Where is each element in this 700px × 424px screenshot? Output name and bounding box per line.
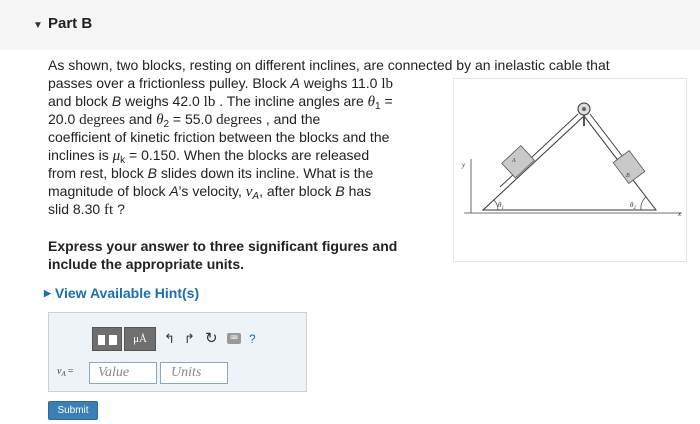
undo-icon[interactable]: ↰ <box>164 327 175 351</box>
y-axis-label: y <box>461 161 466 169</box>
incline-figure: y x A B θ1 θ2 <box>453 78 687 262</box>
redo-icon[interactable]: ↱ <box>184 327 195 351</box>
template-box-icon <box>98 335 105 345</box>
hint-caret-icon: ▶ <box>44 288 51 298</box>
x-axis-label: x <box>677 210 682 218</box>
symbols-button[interactable]: μÅ <box>124 327 156 351</box>
help-icon[interactable]: ? <box>249 327 256 351</box>
reset-icon[interactable]: ↻ <box>205 327 218 351</box>
pulley-axle-icon <box>582 107 586 111</box>
block-a-label: A <box>511 158 516 164</box>
answer-panel: μÅ ↰ ↱ ↻ ⌨ ? vA = <box>48 312 307 392</box>
value-input[interactable] <box>89 362 157 384</box>
view-hints-link[interactable]: ▶ View Available Hint(s) <box>44 285 199 301</box>
template-box-icon <box>109 335 117 345</box>
part-header[interactable]: ▼ Part B <box>0 0 700 50</box>
incline-diagram: y x A B θ1 θ2 <box>461 102 682 218</box>
units-input[interactable] <box>160 362 228 384</box>
collapse-caret-icon[interactable]: ▼ <box>33 20 43 31</box>
part-title: Part B <box>48 15 93 32</box>
answer-instruction: Express your answer to three significant… <box>48 238 398 272</box>
submit-button[interactable]: Submit <box>48 401 98 420</box>
keyboard-shortcuts-icon[interactable]: ⌨ <box>227 333 241 344</box>
templates-button[interactable] <box>92 327 122 351</box>
block-b-label: B <box>626 173 630 179</box>
answer-variable-label: vA = <box>57 366 74 378</box>
